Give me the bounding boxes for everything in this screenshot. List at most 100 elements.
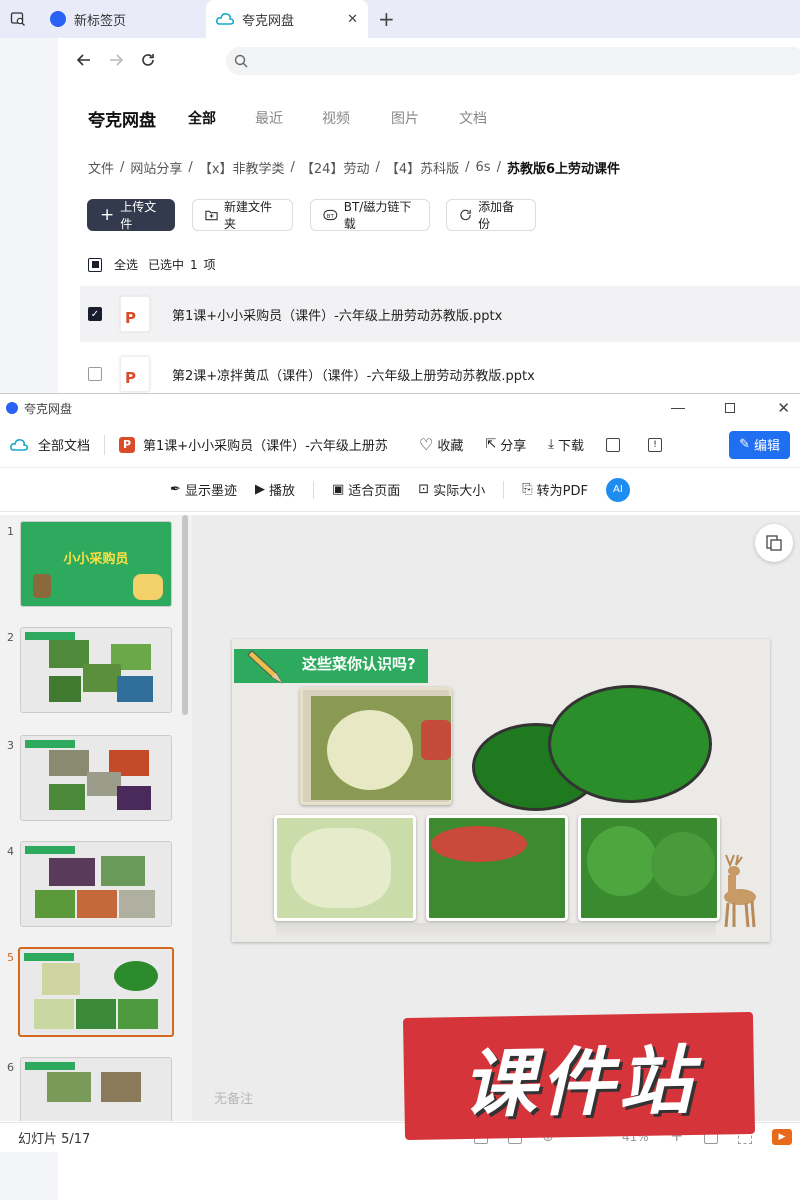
minimize-icon[interactable]: [671, 407, 686, 409]
breadcrumb-item[interactable]: 【x】非教学类: [199, 158, 285, 177]
photo-reflection: [276, 923, 716, 939]
to-pdf-button[interactable]: ⎘ 转为PDF: [522, 480, 588, 499]
reload-icon[interactable]: [140, 52, 156, 68]
breadcrumb-item[interactable]: 网站分享: [130, 158, 182, 177]
upload-button[interactable]: + 上传文件: [87, 199, 175, 231]
nav-tab-docs[interactable]: 文档: [459, 108, 487, 128]
new-folder-button[interactable]: 新建文件夹: [192, 199, 293, 231]
select-all-checkbox[interactable]: [88, 257, 102, 272]
slide-counter: 幻灯片 5/17: [18, 1132, 91, 1147]
forward-arrow-icon[interactable]: [108, 52, 124, 68]
breadcrumb-item[interactable]: 6s: [476, 160, 491, 175]
basket-shape: [431, 826, 527, 862]
nav-tab-all[interactable]: 全部: [188, 108, 216, 128]
cabbage-photo: [274, 815, 416, 921]
thumb-number: 2: [7, 631, 14, 644]
slide-thumb-3[interactable]: [20, 735, 172, 821]
veg-photo: [47, 1072, 91, 1102]
nav-tab-video[interactable]: 视频: [322, 108, 350, 128]
folder-plus-icon: [205, 210, 218, 221]
file-name[interactable]: 第2课+凉拌黄瓜（课件）（课件）-六年级上册劳动苏教版.pptx: [172, 365, 535, 384]
tab-new-tab[interactable]: 新标签页: [40, 0, 204, 38]
file-row[interactable]: ✓ P 第1课+小小采购员（课件）-六年级上册劳动苏教版.pptx: [80, 286, 800, 342]
slide-thumb-6[interactable]: [20, 1057, 172, 1121]
breadcrumb-item[interactable]: 【24】劳动: [301, 158, 370, 177]
veg-photo: [117, 676, 153, 702]
bt-download-button[interactable]: BT BT/磁力链下载: [310, 199, 430, 231]
convert-floating-button[interactable]: [755, 524, 793, 562]
tab-search-icon[interactable]: [8, 9, 28, 29]
file-name[interactable]: 第1课+小小采购员（课件）-六年级上册劳动苏教版.pptx: [172, 305, 502, 324]
new-folder-label: 新建文件夹: [224, 200, 273, 231]
deer-figurine-icon: [724, 854, 756, 928]
breadcrumb-item[interactable]: 【4】苏科版: [386, 158, 459, 177]
bt-icon: BT: [323, 209, 338, 221]
veg-photo: [49, 858, 95, 886]
veg-photo: [49, 676, 81, 702]
thumb-number: 4: [7, 845, 14, 858]
all-docs-link[interactable]: 全部文档: [38, 435, 90, 454]
nav-tab-recent[interactable]: 最近: [255, 108, 283, 128]
edit-button[interactable]: ✎ 编辑: [729, 430, 790, 459]
upload-label: 上传文件: [120, 200, 157, 231]
slide-thumb-4[interactable]: [20, 841, 172, 927]
tab-quark-drive[interactable]: 夸克网盘 ✕: [206, 0, 368, 38]
selected-label: 已选中: [148, 258, 185, 272]
actual-size-button[interactable]: ⊡ 实际大小: [418, 480, 485, 499]
export-icon[interactable]: [606, 437, 621, 452]
file-checkbox[interactable]: [88, 367, 102, 381]
close-tab-icon[interactable]: ✕: [347, 12, 358, 27]
browser-tab-bar: 新标签页 夸克网盘 ✕ +: [0, 0, 800, 38]
ink-label: 显示墨迹: [184, 484, 237, 499]
breadcrumb-item[interactable]: 文件: [88, 158, 114, 177]
breadcrumb-current: 苏教版6上劳动课件: [506, 162, 620, 177]
pencil-icon: [247, 650, 283, 684]
maximize-icon[interactable]: [725, 403, 736, 413]
breadcrumb: 文件 / 网站分享 / 【x】非教学类 / 【24】劳动 / 【4】苏科版/ 6s / 苏…: [88, 158, 620, 177]
fit-icon: ▣: [331, 482, 345, 497]
slide-thumb-1[interactable]: 小小采购员: [20, 521, 172, 607]
tab-label: 新标签页: [74, 13, 127, 29]
fit-page-button[interactable]: ▣ 适合页面: [332, 480, 400, 499]
slide-title-tag: [25, 740, 75, 748]
tomato-shape: [421, 720, 451, 760]
show-ink-button[interactable]: ✒ 显示墨迹: [170, 480, 237, 499]
ppt-file-icon: P: [120, 296, 150, 332]
cauliflower-photo: [311, 696, 451, 800]
search-icon: [234, 54, 248, 68]
veg-photo: [42, 963, 80, 995]
tab-label: 夸克网盘: [242, 13, 295, 29]
heart-icon: ♡: [419, 435, 434, 454]
window-title: 夸克网盘: [24, 401, 73, 416]
favorite-button[interactable]: ♡ 收藏: [419, 435, 463, 454]
thumb-number: 3: [7, 739, 14, 752]
cauliflower-photo-frame: [300, 687, 452, 805]
download-button[interactable]: ⤓ 下载: [548, 435, 584, 454]
share-button[interactable]: ⇱ 分享: [485, 435, 526, 454]
thumb-scrollbar[interactable]: [182, 515, 188, 715]
download-icon: ⤓: [548, 437, 555, 452]
notes-placeholder[interactable]: 无备注: [214, 1088, 253, 1107]
back-arrow-icon[interactable]: [76, 52, 92, 68]
slideshow-play-icon[interactable]: ▶: [772, 1129, 792, 1145]
add-backup-label: 添加备份: [478, 200, 515, 231]
new-tab-button[interactable]: +: [378, 7, 395, 31]
share-icon: ⇱: [485, 437, 497, 452]
select-all-label[interactable]: 全选: [114, 256, 138, 273]
browser-logo-icon: [50, 11, 66, 27]
fit-label: 适合页面: [348, 484, 401, 499]
play-button[interactable]: ▶ 播放: [255, 480, 295, 499]
feedback-icon[interactable]: !: [648, 437, 663, 452]
veg-photo: [87, 772, 121, 796]
address-bar[interactable]: [226, 47, 800, 75]
window-close-icon[interactable]: ✕: [777, 399, 790, 417]
nav-tab-image[interactable]: 图片: [391, 108, 419, 128]
add-backup-button[interactable]: 添加备份: [446, 199, 536, 231]
slide-title: 这些菜你认识吗?: [302, 655, 416, 673]
actual-label: 实际大小: [433, 484, 486, 499]
ai-assistant-icon[interactable]: AI: [605, 477, 630, 502]
slide-thumb-2[interactable]: [20, 627, 172, 713]
slide-thumb-5-selected[interactable]: [18, 947, 174, 1037]
file-checkbox[interactable]: ✓: [88, 307, 102, 321]
cloud-icon: [10, 438, 28, 451]
